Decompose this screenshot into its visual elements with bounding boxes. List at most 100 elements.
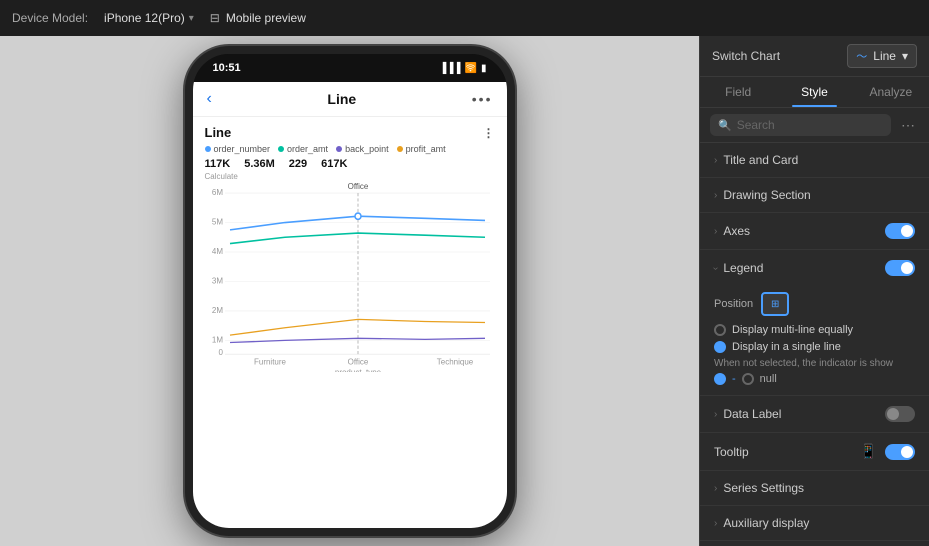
tooltip-right: 📱 bbox=[860, 443, 915, 460]
axes-toggle[interactable] bbox=[885, 223, 915, 239]
chevron-down-icon: ▾ bbox=[189, 13, 194, 24]
legend-label-profit-amt: profit_amt bbox=[406, 144, 446, 154]
svg-text:6M: 6M bbox=[211, 188, 222, 197]
tooltip-label: Tooltip bbox=[714, 445, 749, 459]
search-input[interactable] bbox=[737, 118, 883, 132]
right-panel: Switch Chart 〜 Line ▾ Field Style Analyz… bbox=[699, 36, 929, 546]
svg-text:4M: 4M bbox=[211, 247, 222, 256]
legend-label-back-point: back_point bbox=[345, 144, 389, 154]
legend-label: Legend bbox=[723, 261, 763, 275]
phone-status-icons: ▐▐▐ 🛜 ▮ bbox=[439, 63, 486, 74]
radio-button-1[interactable] bbox=[714, 324, 726, 336]
main-content: 10:51 ▐▐▐ 🛜 ▮ ‹ Line ••• Line bbox=[0, 36, 929, 546]
indicator-radio[interactable] bbox=[742, 373, 754, 385]
option-data-label[interactable]: › Data Label bbox=[700, 396, 929, 433]
legend-item-profit-amt: profit_amt bbox=[397, 144, 446, 154]
phone-frame: 10:51 ▐▐▐ 🛜 ▮ ‹ Line ••• Line bbox=[185, 46, 515, 536]
radio-row-1[interactable]: Display multi-line equally bbox=[714, 324, 915, 336]
radio-row-2[interactable]: Display in a single line bbox=[714, 341, 915, 353]
chart-options-button[interactable]: ⋮ bbox=[483, 126, 495, 140]
switch-chart-row: Switch Chart 〜 Line ▾ bbox=[700, 36, 929, 77]
option-axes[interactable]: › Axes bbox=[700, 213, 929, 250]
metric-profit-amt: 617K bbox=[321, 158, 347, 170]
svg-text:2M: 2M bbox=[211, 306, 222, 315]
switch-chart-label: Switch Chart bbox=[712, 49, 780, 63]
legend-item-order-number: order_number bbox=[205, 144, 271, 154]
chart-title: Line bbox=[205, 125, 232, 140]
title-and-card-label: Title and Card bbox=[723, 153, 798, 167]
svg-text:1M: 1M bbox=[211, 335, 222, 344]
mobile-preview-label: Mobile preview bbox=[226, 11, 306, 25]
chevron-right-icon: › bbox=[714, 190, 717, 201]
legend-content: Position ⊞ Display multi-line equally Di… bbox=[700, 286, 929, 395]
wifi-icon: 🛜 bbox=[465, 63, 477, 74]
search-wrapper[interactable]: 🔍 bbox=[710, 114, 891, 136]
svg-text:Furniture: Furniture bbox=[254, 357, 286, 366]
phone-screen: ‹ Line ••• Line ⋮ order_number bbox=[193, 82, 507, 528]
data-label-left: › Data Label bbox=[714, 407, 781, 421]
position-row: Position ⊞ bbox=[714, 292, 915, 316]
legend-dot-purple bbox=[336, 146, 342, 152]
chevron-right-icon: › bbox=[714, 518, 717, 529]
chart-legend: order_number order_amt back_point p bbox=[205, 144, 495, 154]
phone-notch-bar: 10:51 ▐▐▐ 🛜 ▮ bbox=[193, 54, 507, 82]
indicator-checked[interactable] bbox=[714, 373, 726, 385]
legend-toggle[interactable] bbox=[885, 260, 915, 276]
data-label-text: Data Label bbox=[723, 407, 781, 421]
legend-item-order-amt: order_amt bbox=[278, 144, 328, 154]
legend-header[interactable]: › Legend bbox=[700, 250, 929, 286]
layout-icon: ⊞ bbox=[771, 299, 779, 310]
metric-order-amt: 5.36M bbox=[244, 158, 275, 170]
mobile-preview-toggle[interactable]: ⊟ Mobile preview bbox=[210, 11, 306, 25]
svg-text:Office: Office bbox=[347, 357, 368, 366]
tooltip-toggle[interactable] bbox=[885, 444, 915, 460]
device-name: iPhone 12(Pro) bbox=[104, 11, 185, 25]
tab-analyze[interactable]: Analyze bbox=[853, 77, 929, 107]
indicator-dash: - bbox=[732, 373, 736, 385]
legend-label-order-amt: order_amt bbox=[287, 144, 328, 154]
option-left: › Title and Card bbox=[714, 153, 798, 167]
chart-type-chevron: ▾ bbox=[902, 49, 908, 63]
tabs-row: Field Style Analyze bbox=[700, 77, 929, 108]
svg-text:Technique: Technique bbox=[436, 357, 473, 366]
position-icon-button[interactable]: ⊞ bbox=[761, 292, 789, 316]
legend-dot-orange bbox=[397, 146, 403, 152]
option-auxiliary-display[interactable]: › Auxiliary display bbox=[700, 506, 929, 541]
chevron-right-icon: › bbox=[714, 226, 717, 237]
series-settings-label: Series Settings bbox=[723, 481, 804, 495]
tab-style[interactable]: Style bbox=[776, 77, 852, 107]
axes-label: Axes bbox=[723, 224, 750, 238]
indicator-null: null bbox=[760, 373, 777, 385]
search-row: 🔍 ⋯ bbox=[700, 108, 929, 143]
option-left: › Series Settings bbox=[714, 481, 804, 495]
legend-item-back-point: back_point bbox=[336, 144, 389, 154]
legend-header-left: › Legend bbox=[714, 261, 763, 275]
chart-type-selector[interactable]: 〜 Line ▾ bbox=[847, 44, 917, 68]
chart-metrics: 117K 5.36M 229 617K bbox=[205, 158, 495, 170]
style-options-list: › Title and Card › Drawing Section › Axe… bbox=[700, 143, 929, 546]
svg-text:5M: 5M bbox=[211, 217, 222, 226]
option-series-settings[interactable]: › Series Settings bbox=[700, 471, 929, 506]
app-topbar: ‹ Line ••• bbox=[193, 82, 507, 117]
search-more-button[interactable]: ⋯ bbox=[897, 115, 919, 136]
line-chart-icon: 〜 bbox=[856, 48, 867, 64]
metric-back-point: 229 bbox=[289, 158, 307, 170]
auxiliary-display-label: Auxiliary display bbox=[723, 516, 809, 530]
tab-field[interactable]: Field bbox=[700, 77, 776, 107]
option-tooltip: Tooltip 📱 bbox=[700, 433, 929, 471]
chart-area: Calculate 6M 5M 4M bbox=[205, 172, 495, 372]
app-more-button[interactable]: ••• bbox=[472, 91, 493, 107]
option-title-and-card[interactable]: › Title and Card bbox=[700, 143, 929, 178]
option-drawing-section[interactable]: › Drawing Section bbox=[700, 178, 929, 213]
device-selector[interactable]: iPhone 12(Pro) ▾ bbox=[104, 11, 194, 25]
data-label-toggle[interactable] bbox=[885, 406, 915, 422]
back-button[interactable]: ‹ bbox=[207, 90, 212, 108]
radio-label-1: Display multi-line equally bbox=[732, 324, 853, 336]
radio-button-2[interactable] bbox=[714, 341, 726, 353]
svg-text:product_type: product_type bbox=[334, 368, 381, 372]
drawing-section-label: Drawing Section bbox=[723, 188, 810, 202]
option-left: › Auxiliary display bbox=[714, 516, 809, 530]
chevron-right-icon: › bbox=[714, 483, 717, 494]
position-label: Position bbox=[714, 298, 753, 310]
option-left: › Axes bbox=[714, 224, 750, 238]
